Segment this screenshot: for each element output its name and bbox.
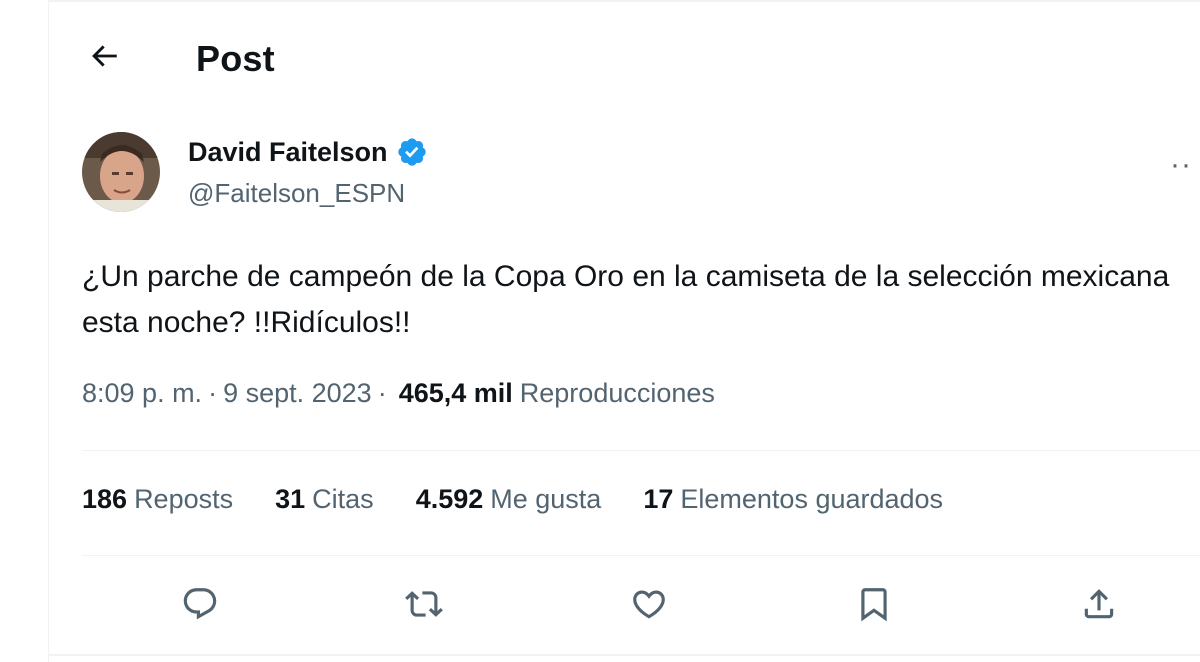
column-left-border (48, 0, 49, 662)
divider (82, 555, 1200, 556)
stat-count: 31 (275, 484, 306, 514)
stat-count: 186 (82, 484, 128, 514)
page-title: Post (196, 38, 275, 79)
stat-quotes[interactable]: 31 Citas (275, 484, 374, 515)
views-count: 465,4 mil (398, 378, 513, 408)
back-button[interactable] (82, 34, 126, 78)
views-label: Reproducciones (519, 378, 715, 408)
repost-icon (405, 591, 443, 617)
author-display-name[interactable]: David Faitelson (188, 137, 388, 168)
tweet-meta: 8:09 p. m. · 9 sept. 2023 · 465,4 mil Re… (82, 378, 715, 409)
reply-button[interactable] (178, 582, 222, 626)
stat-label: Citas (312, 484, 374, 514)
tweet-text: ¿Un parche de campeón de la Copa Oro en … (82, 260, 1170, 339)
like-button[interactable] (627, 582, 671, 626)
arrow-left-icon (92, 45, 117, 67)
stat-count: 4.592 (415, 484, 484, 514)
divider (82, 450, 1200, 451)
author-handle[interactable]: @Faitelson_ESPN (188, 178, 405, 209)
stat-reposts[interactable]: 186 Reposts (82, 484, 233, 515)
tweet-date[interactable]: 9 sept. 2023 (223, 378, 372, 409)
tweet-time[interactable]: 8:09 p. m. (82, 378, 202, 409)
stat-bookmarks[interactable]: 17 Elementos guardados (643, 484, 943, 515)
stat-label: Elementos guardados (680, 484, 944, 514)
stat-count: 17 (643, 484, 674, 514)
more-options-button[interactable]: ·· (1170, 150, 1192, 180)
stat-label: Me gusta (490, 484, 602, 514)
share-button[interactable] (1077, 582, 1121, 626)
reply-icon (183, 588, 217, 620)
stat-likes[interactable]: 4.592 Me gusta (416, 484, 602, 515)
meta-separator: · (208, 378, 218, 408)
bookmark-button[interactable] (852, 582, 896, 626)
meta-separator: · (377, 378, 387, 408)
author-name-row: David Faitelson (188, 136, 428, 168)
more-horizontal-icon: ·· (1170, 148, 1192, 181)
post-header: Post (48, 20, 1200, 92)
bookmark-icon (861, 588, 887, 622)
stat-label: Reposts (134, 484, 234, 514)
like-icon (633, 590, 665, 619)
verified-badge-icon (397, 138, 426, 166)
author-avatar[interactable] (82, 132, 160, 212)
share-icon (1084, 589, 1114, 619)
bottom-border (48, 654, 1200, 656)
repost-button[interactable] (402, 582, 446, 626)
top-border (48, 0, 1200, 2)
engagement-stats: 186 Reposts 31 Citas 4.592 Me gusta 17 E… (82, 484, 985, 515)
